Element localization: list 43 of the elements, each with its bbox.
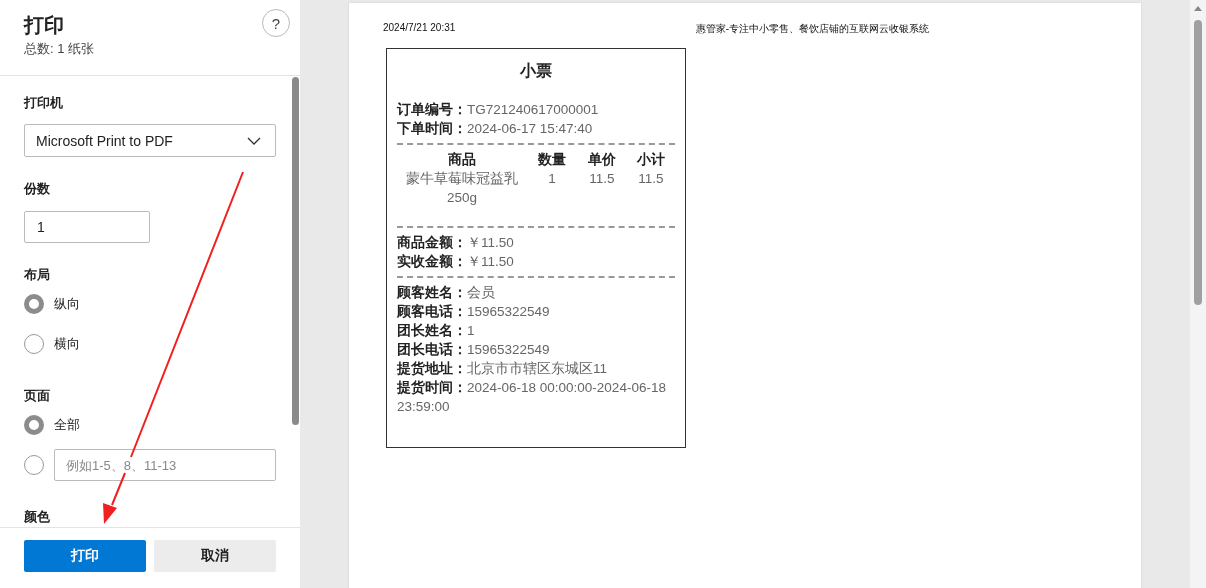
column-header: 数量	[537, 151, 567, 169]
column-header: 小计	[636, 151, 666, 169]
page-range-field[interactable]: 例如1-5、8、11-13	[54, 449, 276, 481]
radio-label: 横向	[54, 335, 80, 353]
table-cell-text: 11.5	[637, 170, 665, 188]
print-date: 2024/7/21 20:31	[383, 22, 456, 35]
scrollbar-thumb[interactable]	[292, 77, 299, 425]
radio-button[interactable]	[24, 294, 44, 314]
panel-title: 打印	[24, 13, 65, 38]
section-label: 打印机	[24, 94, 64, 112]
field-line: 顾客姓名：会员	[397, 284, 496, 302]
table-cell-text: 蒙牛草莓味冠益乳250g	[405, 170, 519, 207]
field-line: 提货时间：2024-06-18 00:00:00-2024-06-18 23:59:00	[397, 379, 667, 416]
field-line: 提货地址：北京市市辖区东城区11	[397, 360, 608, 378]
radio-label: 全部	[54, 416, 80, 434]
column-header: 单价	[587, 151, 617, 169]
column-header: 商品	[447, 151, 477, 169]
sheet-count: 总数: 1 纸张	[24, 40, 95, 58]
table-cell-text: 1	[547, 170, 557, 188]
section-label: 份数	[24, 180, 51, 198]
field-line: 商品金额：￥11.50	[397, 234, 515, 252]
table-cell-text: 11.5	[588, 170, 616, 188]
help-button[interactable]: ?	[262, 9, 290, 37]
section-label: 颜色	[24, 508, 51, 526]
chevron-icon	[247, 136, 261, 145]
section-label: 布局	[24, 266, 51, 284]
print-button[interactable]: 打印	[24, 540, 146, 572]
field-line: 团长姓名：1	[397, 322, 476, 340]
field-line: 实收金额：￥11.50	[397, 253, 515, 271]
page-header-title: 惠管家-专注中小零售、餐饮店铺的互联网云收银系统	[695, 22, 929, 36]
receipt-title: 小票	[519, 61, 553, 81]
copies-field[interactable]: 1	[24, 211, 150, 243]
scroll-up-icon[interactable]	[1194, 6, 1202, 11]
scrollbar-thumb[interactable]	[1194, 20, 1202, 305]
printer-dropdown[interactable]: Microsoft Print to PDF	[24, 124, 276, 157]
radio-label: 纵向	[54, 295, 80, 313]
cancel-button[interactable]: 取消	[154, 540, 276, 572]
radio-button[interactable]	[24, 415, 44, 435]
field-line: 团长电话：15965322549	[397, 341, 551, 359]
field-line: 下单时间：2024-06-17 15:47:40	[397, 120, 594, 138]
field-line: 顾客电话：15965322549	[397, 303, 551, 321]
section-label: 页面	[24, 387, 51, 405]
field-line: 订单编号：TG721240617000001	[397, 101, 600, 119]
